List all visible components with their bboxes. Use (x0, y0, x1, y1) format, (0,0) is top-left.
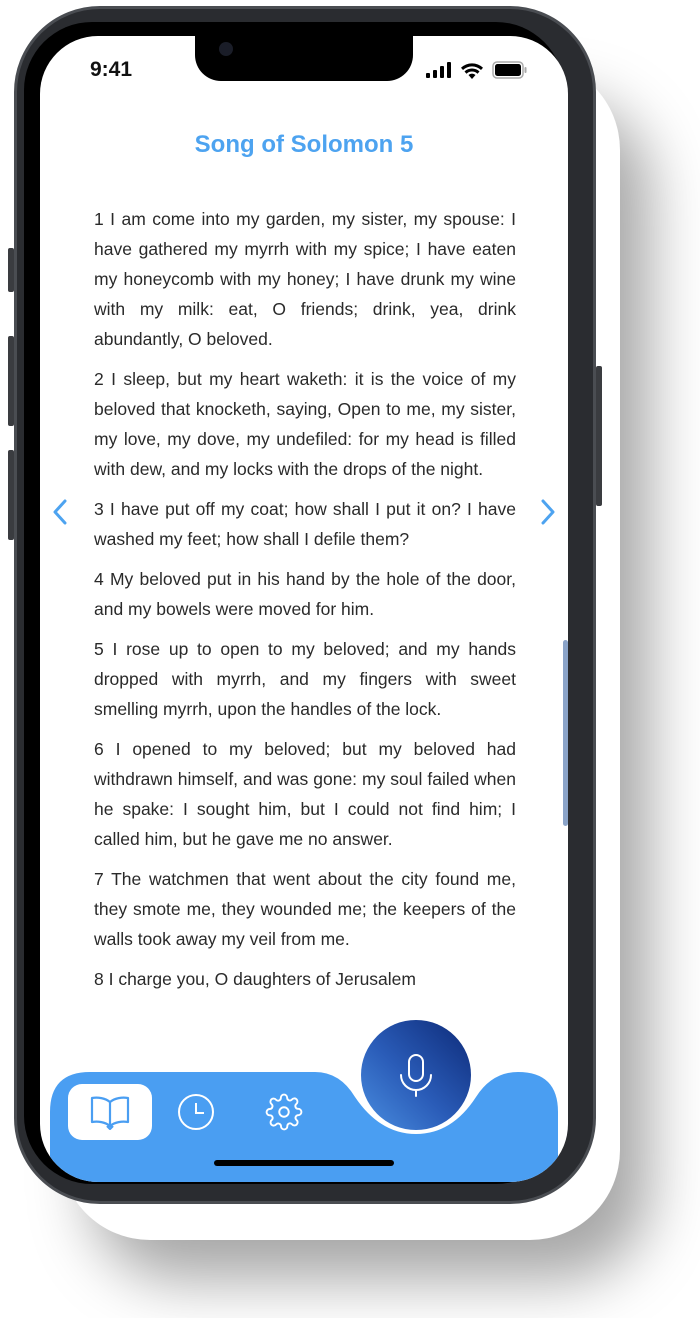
tab-settings[interactable] (258, 1092, 310, 1132)
verse: 6 I opened to my beloved; but my beloved… (94, 739, 516, 849)
volume-up-button (8, 336, 14, 426)
verse: 5 I rose up to open to my beloved; and m… (94, 639, 516, 719)
book-icon (90, 1096, 130, 1130)
microphone-button[interactable] (361, 1020, 471, 1130)
cellular-signal-icon (426, 62, 451, 78)
chevron-left-icon[interactable] (50, 498, 70, 526)
camera-icon (219, 42, 233, 56)
tab-bible[interactable] (68, 1084, 152, 1140)
status-time: 9:41 (90, 58, 133, 81)
page-title: Song of Solomon 5 (194, 131, 414, 158)
wifi-icon (461, 62, 483, 79)
verse: 1 I am come into my garden, my sister, m… (94, 209, 516, 349)
home-indicator[interactable] (214, 1160, 394, 1166)
verse: 8 I charge you, O daughters of Jerusalem (94, 969, 416, 989)
verse: 7 The watchmen that went about the city … (94, 869, 516, 949)
battery-icon (492, 61, 527, 79)
volume-down-button (8, 450, 14, 540)
gear-icon (265, 1093, 303, 1131)
mute-switch (8, 248, 14, 292)
clock-icon (178, 1094, 214, 1130)
status-icons (426, 61, 528, 79)
microphone-icon (400, 1054, 432, 1097)
notch (195, 36, 413, 81)
chapter-text: 1 I am come into my garden, my sister, m… (94, 204, 516, 1004)
power-button (596, 366, 602, 506)
screen: 9:41 Song of Solomon 5 1 I am come into … (40, 36, 568, 1182)
verse: 3 I have put off my coat; how shall I pu… (94, 499, 516, 549)
tab-history[interactable] (170, 1092, 222, 1132)
chevron-right-icon[interactable] (538, 498, 558, 526)
verse: 2 I sleep, but my heart waketh: it is th… (94, 369, 516, 479)
scrollbar[interactable] (563, 640, 568, 826)
verse: 4 My beloved put in his hand by the hole… (94, 569, 516, 619)
